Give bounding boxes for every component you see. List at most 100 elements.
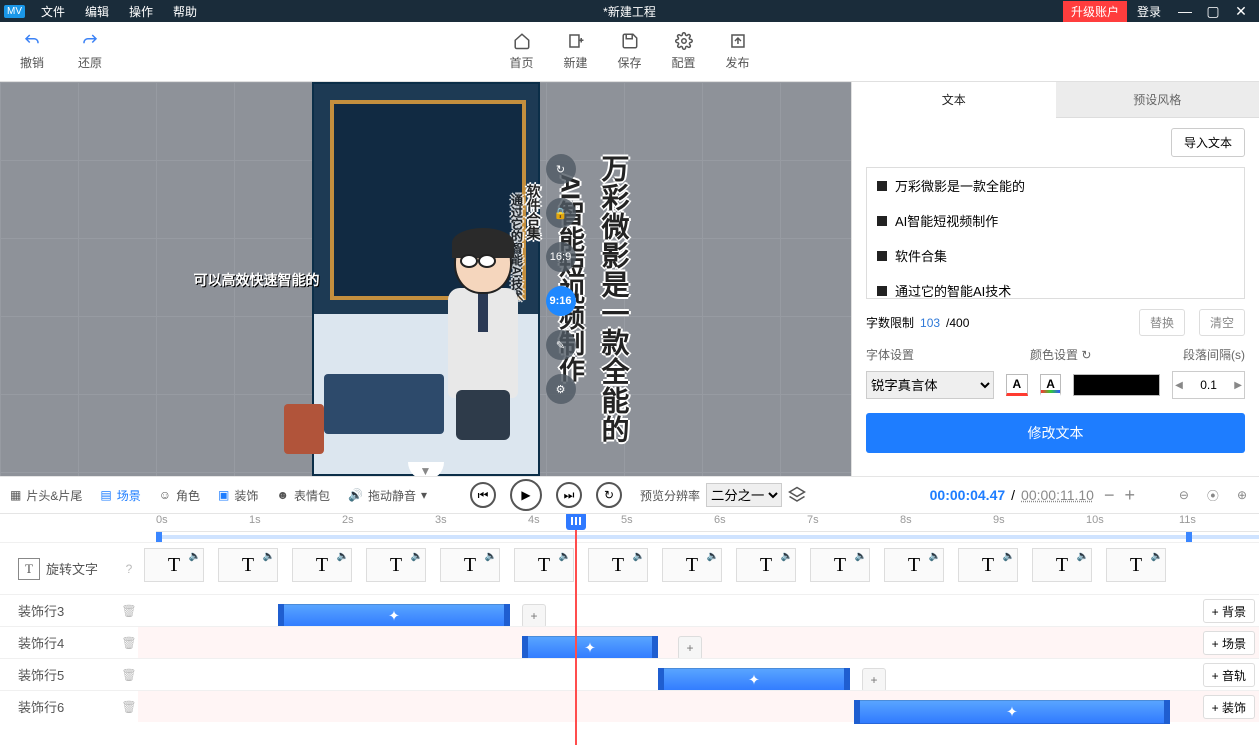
range-end-handle[interactable] [1186,532,1192,542]
undo-button[interactable]: 撤销 [20,32,44,71]
clip-right-handle[interactable] [504,604,510,628]
stage-caption[interactable]: 可以高效快速智能的 [194,270,320,290]
menu-edit[interactable]: 编辑 [75,3,119,20]
add-场景-button[interactable]: + 场景 [1203,631,1255,655]
text-list-item[interactable]: 软件合集 [867,238,1244,273]
gap-incr[interactable]: ▶ [1234,380,1242,391]
cat-intro-outro[interactable]: ▦片头&片尾 [10,487,82,504]
playhead[interactable] [575,514,577,745]
stage[interactable]: 万彩微影是一款全能的 AI智能短视频制作 软件合集 通过它的智能AI技术 可以高… [312,82,540,476]
clip-left-handle[interactable] [854,700,860,724]
zoom-in-button[interactable]: ⊕ [1237,488,1247,502]
ratio-9-16-button[interactable]: 9:16 [546,286,576,316]
text-clip[interactable]: T🔈 [958,548,1018,582]
color-swatch[interactable] [1073,374,1160,396]
ratio-16-9-button[interactable]: 16:9 [546,242,576,272]
playhead-handle[interactable] [566,514,586,530]
text-list-item[interactable]: AI智能短视频制作 [867,203,1244,238]
track-lane[interactable]: T🔈 T🔈 T🔈 T🔈 T🔈 T🔈 T🔈 T🔈 T🔈 T🔈 T🔈 T🔈 T🔈 T🔈 [138,543,1259,594]
text-clip[interactable]: T🔈 [588,548,648,582]
resolution-select[interactable]: 二分之一 [706,483,782,507]
canvas-area[interactable]: 万彩微影是一款全能的 AI智能短视频制作 软件合集 通过它的智能AI技术 可以高… [0,82,851,476]
prev-button[interactable]: ⏮ [470,482,496,508]
stage-text-1[interactable]: 万彩微影是一款全能的 [594,154,634,444]
clip-right-handle[interactable] [844,668,850,692]
zoom-reset-button[interactable]: ⦿ [1207,487,1219,504]
help-icon[interactable]: ? [120,562,138,576]
color-refresh-icon[interactable]: ↻ [1081,348,1091,362]
delete-track-button[interactable]: 🗑 [120,604,138,618]
upgrade-button[interactable]: 升级账户 [1063,1,1127,22]
clear-button[interactable]: 清空 [1199,309,1245,336]
text-clip[interactable]: T🔈 [884,548,944,582]
zoom-out-button[interactable]: ⊖ [1179,488,1189,502]
save-button[interactable]: 保存 [617,32,641,71]
text-clip[interactable]: T🔈 [736,548,796,582]
new-button[interactable]: 新建 [563,32,587,71]
minimize-button[interactable]: — [1171,3,1199,19]
text-clip[interactable]: T🔈 [662,548,722,582]
next-button[interactable]: ⏭ [556,482,582,508]
time-incr[interactable]: + [1124,485,1135,506]
stage-refresh-button[interactable]: ↻ [546,154,576,184]
clip-right-handle[interactable] [1164,700,1170,724]
cat-scene[interactable]: ▤场景 [100,487,140,504]
layers-icon[interactable] [788,486,806,504]
add-clip-button[interactable]: + [678,636,702,660]
publish-button[interactable]: 发布 [726,32,750,71]
text-clip[interactable]: T🔈 [218,548,278,582]
tab-text[interactable]: 文本 [852,82,1056,118]
replace-button[interactable]: 替换 [1139,309,1185,336]
add-音轨-button[interactable]: + 音轨 [1203,663,1255,687]
gap-spinner[interactable]: ◀ 0.1 ▶ [1172,371,1245,399]
add-装饰-button[interactable]: + 装饰 [1203,695,1255,719]
text-clip[interactable]: T🔈 [1032,548,1092,582]
delete-track-button[interactable]: 🗑 [120,668,138,682]
track-lane[interactable]: ✦ + + 音轨 [138,659,1259,690]
clip-bar[interactable]: ✦ [658,668,850,692]
config-button[interactable]: 配置 [672,32,696,71]
track-lane[interactable]: ✦ + + 背景 [138,595,1259,626]
menu-action[interactable]: 操作 [119,3,163,20]
clip-right-handle[interactable] [652,636,658,660]
clip-left-handle[interactable] [278,604,284,628]
cat-decor[interactable]: ▣装饰 [218,487,258,504]
character[interactable] [432,230,532,450]
modify-text-button[interactable]: 修改文本 [866,413,1245,453]
range-start-handle[interactable] [156,532,162,542]
login-button[interactable]: 登录 [1127,1,1171,22]
clip-left-handle[interactable] [658,668,664,692]
add-背景-button[interactable]: + 背景 [1203,599,1255,623]
close-button[interactable]: ✕ [1227,3,1255,20]
cat-mute-drag[interactable]: 🔊拖动静音 ▾ [348,487,427,504]
track-lane[interactable]: ✦ + + 场景 [138,627,1259,658]
gap-decr[interactable]: ◀ [1175,380,1183,391]
import-text-button[interactable]: 导入文本 [1171,128,1245,157]
range-bar[interactable] [156,532,1259,542]
text-clip[interactable]: T🔈 [810,548,870,582]
delete-track-button[interactable]: 🗑 [120,636,138,650]
text-clip[interactable]: T🔈 [514,548,574,582]
stage-lock-button[interactable]: 🔒 [546,198,576,228]
time-ruler[interactable]: 0s1s2s3s4s5s6s7s8s9s10s11s [156,514,1259,532]
maximize-button[interactable]: ▢ [1199,3,1227,20]
loop-button[interactable]: ↻ [596,482,622,508]
time-decr[interactable]: − [1100,485,1119,506]
text-multicolor-button[interactable]: A [1040,374,1062,396]
time-duration[interactable]: 00:00:11.10 [1021,487,1094,503]
text-clip[interactable]: T🔈 [144,548,204,582]
text-clip[interactable]: T🔈 [440,548,500,582]
play-button[interactable]: ▶ [510,479,542,511]
menu-file[interactable]: 文件 [31,3,75,20]
home-button[interactable]: 首页 [509,32,533,71]
clip-bar[interactable]: ✦ [522,636,658,660]
text-clip[interactable]: T🔈 [292,548,352,582]
menu-help[interactable]: 帮助 [163,3,207,20]
text-clip[interactable]: T🔈 [1106,548,1166,582]
tab-preset[interactable]: 预设风格 [1056,82,1259,118]
stage-edit-button[interactable]: ✎ [546,330,576,360]
font-select[interactable]: 锐字真言体 [866,371,994,399]
clip-bar[interactable]: ✦ [854,700,1170,724]
text-clip[interactable]: T🔈 [366,548,426,582]
clip-left-handle[interactable] [522,636,528,660]
